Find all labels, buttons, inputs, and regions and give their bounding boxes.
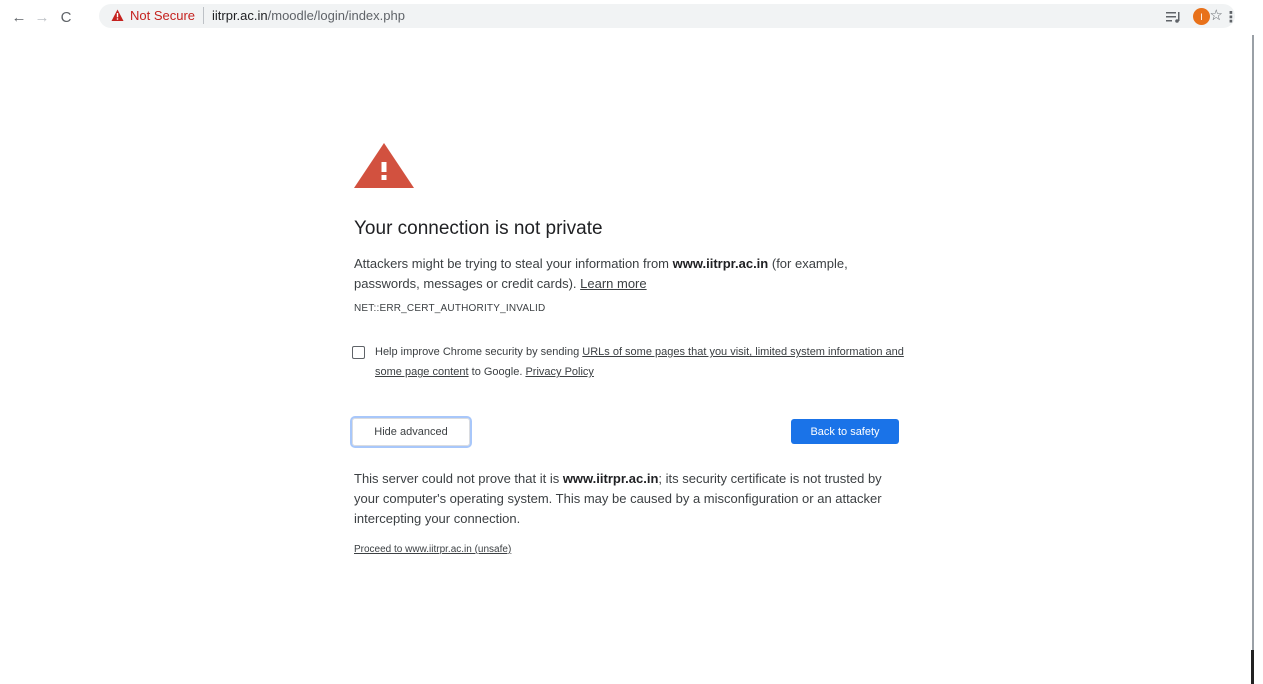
reading-list-icon[interactable]	[1162, 6, 1184, 28]
security-status-label[interactable]: Not Secure	[130, 8, 195, 23]
omnibox-divider	[203, 7, 204, 24]
reload-icon[interactable]: C	[55, 6, 77, 28]
back-arrow-icon[interactable]: ←	[8, 6, 30, 28]
browser-toolbar: ← → C Not Secure iitrpr.ac.in/moodle/log…	[0, 0, 1263, 33]
error-code: NET::ERR_CERT_AUTHORITY_INVALID	[354, 303, 546, 314]
url-path: /moodle/login/index.php	[267, 8, 405, 23]
page-title: Your connection is not private	[354, 218, 603, 239]
optin-label: Help improve Chrome security by sending …	[375, 342, 912, 382]
more-menu-icon[interactable]: ⋮	[1224, 6, 1239, 28]
url-host: iitrpr.ac.in	[212, 8, 268, 23]
main-explanation: Attackers might be trying to steal your …	[354, 254, 914, 294]
learn-more-link[interactable]: Learn more	[580, 276, 646, 291]
profile-avatar[interactable]: I	[1193, 8, 1210, 25]
address-bar[interactable]: Not Secure iitrpr.ac.in/moodle/login/ind…	[99, 4, 1235, 28]
privacy-policy-link[interactable]: Privacy Policy	[525, 366, 593, 378]
bookmark-star-icon[interactable]: ☆	[1210, 6, 1223, 24]
back-to-safety-button[interactable]: Back to safety	[791, 419, 899, 444]
hide-advanced-button[interactable]: Hide advanced	[350, 416, 472, 448]
url-text[interactable]: iitrpr.ac.in/moodle/login/index.php	[212, 8, 405, 23]
window-edge	[1252, 35, 1254, 684]
proceed-unsafe-link[interactable]: Proceed to www.iitrpr.ac.in (unsafe)	[354, 544, 511, 555]
advanced-details: This server could not prove that it is w…	[354, 469, 884, 529]
window-edge-dark	[1251, 650, 1254, 684]
explanation-host: www.iitrpr.ac.in	[672, 256, 769, 271]
forward-arrow-icon[interactable]: →	[31, 6, 53, 28]
explanation-text-start: Attackers might be trying to steal your …	[354, 256, 673, 271]
details-text-start: This server could not prove that it is	[354, 471, 563, 486]
not-secure-warning-icon[interactable]	[111, 9, 124, 22]
warning-triangle-icon	[354, 143, 414, 188]
details-host: www.iitrpr.ac.in	[562, 471, 659, 486]
optin-text-middle: to Google.	[468, 366, 526, 378]
optin-checkbox[interactable]	[352, 346, 365, 359]
optin-text-start: Help improve Chrome security by sending	[375, 346, 583, 358]
